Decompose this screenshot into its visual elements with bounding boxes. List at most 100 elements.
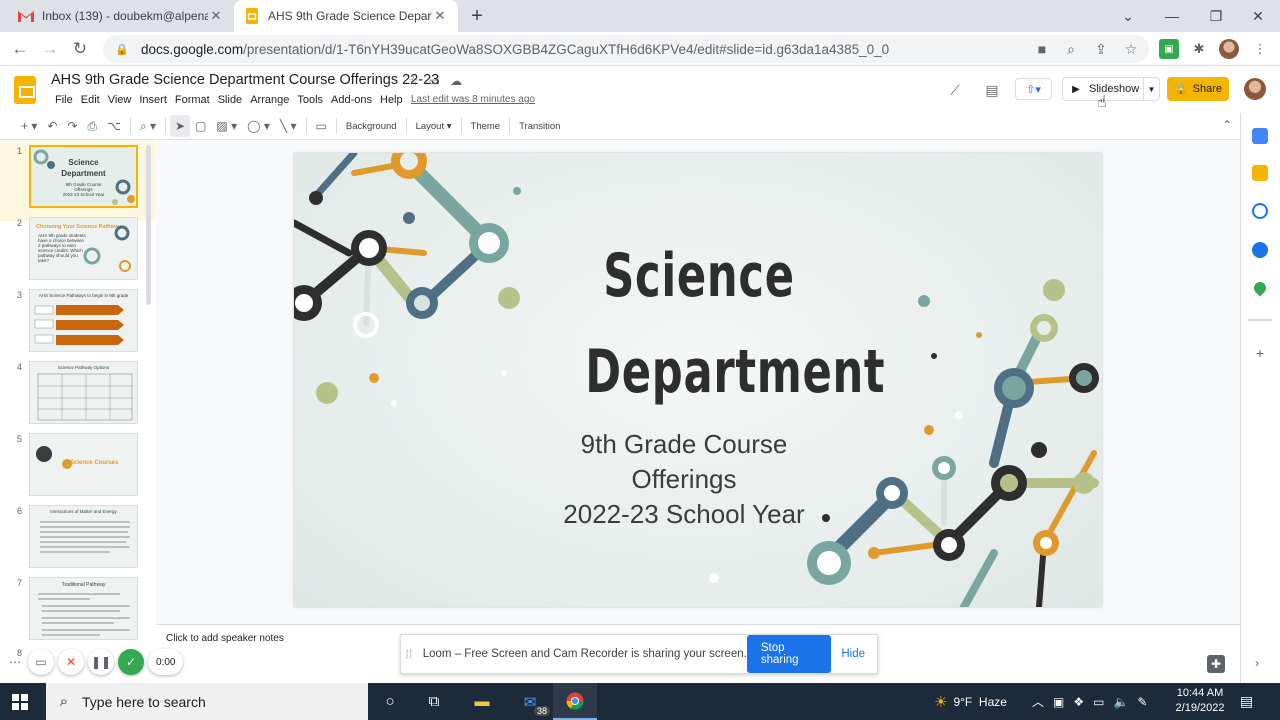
forward-icon[interactable]: → (37, 36, 63, 62)
last-edit-link[interactable]: Last edit was 8 minutes ago (411, 94, 535, 105)
stop-sharing-button[interactable]: Stop sharing (746, 635, 832, 673)
slide-thumb-5[interactable]: Science Courses (29, 433, 138, 496)
loom-more-icon[interactable]: ⋯ (6, 649, 24, 675)
taskbar-clock[interactable]: 10:44 AM 2/19/2022 (1172, 686, 1228, 716)
puzzle-icon[interactable]: ✱ (1189, 39, 1209, 59)
tab-search-icon[interactable]: ⌄ (1106, 0, 1150, 32)
layout-button[interactable]: Layout ▾ (411, 115, 457, 137)
profile-avatar[interactable] (1219, 39, 1239, 59)
menu-tools[interactable]: Tools (293, 94, 327, 106)
menu-view[interactable]: View (104, 94, 136, 106)
notifications-icon[interactable]: ▤ (1240, 683, 1253, 720)
slide-subtitle-line-3[interactable]: 2022-23 School Year (494, 497, 874, 532)
move-folder-icon[interactable]: ▭ (429, 74, 440, 88)
background-button[interactable]: Background (341, 115, 402, 137)
slideshow-button[interactable]: ▶ Slideshow ▼ (1062, 77, 1160, 101)
chrome-taskbar-icon[interactable] (553, 683, 597, 720)
print-icon[interactable]: ⎙ (83, 115, 103, 137)
close-window-icon[interactable]: ✕ (1236, 0, 1280, 32)
menu-slide[interactable]: Slide (214, 94, 246, 106)
select-arrow-icon[interactable]: ➤ (170, 115, 191, 137)
weather-widget[interactable]: ☀ 9°F Haze (934, 683, 1007, 720)
line-icon[interactable]: ╲ ▾ (275, 115, 302, 137)
slide-thumb-1[interactable]: Science Department 9th Grade Course Offe… (29, 145, 138, 208)
theme-button[interactable]: Theme (466, 115, 506, 137)
mail-icon[interactable]: ✉ 38 (508, 683, 552, 720)
slide-thumb-3[interactable]: AHS Science Pathways to begin in 9th gra… (29, 289, 138, 352)
bookmark-star-icon[interactable]: ☆ (1121, 39, 1141, 59)
hide-button[interactable]: Hide (841, 648, 865, 660)
extension-icon[interactable]: ▣ (1159, 39, 1179, 59)
taskbar-search-box[interactable]: ⌕ Type here to search (46, 683, 368, 720)
filmstrip-scrollbar[interactable] (146, 145, 151, 305)
collapse-menus-icon[interactable]: ⌃ (1222, 118, 1232, 132)
slide-subtitle-line-1[interactable]: 9th Grade Course (494, 427, 874, 462)
text-box-icon[interactable]: ▢ (190, 115, 211, 137)
task-view-icon[interactable]: ⧉ (412, 683, 456, 720)
back-icon[interactable]: ← (7, 36, 33, 62)
paint-format-icon[interactable]: ⌥ (102, 115, 126, 137)
tasks-icon[interactable] (1252, 203, 1268, 219)
minimize-icon[interactable]: — (1150, 0, 1194, 32)
dropbox-icon[interactable]: ❖ (1073, 695, 1084, 709)
undo-icon[interactable]: ↶ (42, 115, 62, 137)
image-icon[interactable]: ▨ ▾ (211, 115, 242, 137)
address-bar[interactable]: 🔒 docs.google.com/presentation/d/1-T6nYH… (103, 35, 1149, 63)
transition-button[interactable]: Transition (514, 115, 565, 137)
slideshow-dropdown-icon[interactable]: ▼ (1143, 78, 1159, 100)
slides-logo[interactable] (14, 76, 36, 104)
slide-thumb-2[interactable]: Choosing Your Science Pathway AHS 9th gr… (29, 217, 138, 280)
show-hidden-icons[interactable]: ︿ (1032, 693, 1044, 710)
show-side-panel-icon[interactable]: › (1255, 656, 1259, 670)
loom-pause-icon[interactable]: ❚❚ (88, 649, 114, 675)
notes-divider[interactable] (156, 624, 1240, 625)
account-avatar[interactable] (1244, 78, 1266, 100)
loom-canvas-icon[interactable]: ▭ (28, 649, 54, 675)
share-button[interactable]: 🔒 Share (1167, 77, 1229, 101)
menu-file[interactable]: File (51, 94, 77, 106)
menu-format[interactable]: Format (171, 94, 214, 106)
shape-icon[interactable]: ◯ ▾ (242, 115, 275, 137)
star-icon[interactable]: ☆ (408, 74, 419, 88)
slide-thumb-6[interactable]: Interactions of Matter and Energy (29, 505, 138, 568)
tab-gmail[interactable]: Inbox (139) - doubekm@alpenas ✕ (8, 0, 234, 32)
present-to-meeting-button[interactable]: ⇧▾ (1015, 78, 1052, 100)
slide-thumb-4[interactable]: Science Pathway Options (29, 361, 138, 424)
cloud-status-icon[interactable]: ☁ (450, 74, 462, 88)
calendar-icon[interactable] (1252, 128, 1268, 144)
loom-finish-icon[interactable]: ✓ (118, 649, 144, 675)
chrome-menu-icon[interactable]: ⋮ (1250, 39, 1270, 59)
drag-handle-icon[interactable]: ⁞⁞ (401, 647, 417, 661)
slide-subtitle-line-2[interactable]: Offerings (494, 462, 874, 497)
share-page-icon[interactable]: ⇪ (1091, 39, 1111, 59)
zoom-icon[interactable]: ⌕ ▾ (135, 115, 161, 137)
document-title[interactable]: AHS 9th Grade Science Department Course … (51, 72, 439, 88)
new-slide-icon[interactable]: + ▾ (16, 115, 42, 137)
cortana-icon[interactable]: ○ (368, 683, 412, 720)
camera-blocked-icon[interactable]: ■ (1032, 39, 1052, 59)
activity-trend-icon[interactable]: ⟋ (944, 80, 966, 100)
slide-title-line-2[interactable]: Department (585, 337, 884, 407)
meet-now-icon[interactable]: ▣ (1053, 695, 1064, 709)
keep-icon[interactable] (1252, 165, 1268, 181)
close-tab-icon[interactable]: ✕ (432, 8, 448, 24)
current-slide[interactable]: Science Department 9th Grade Course Offe… (294, 153, 1102, 607)
menu-arrange[interactable]: Arrange (246, 94, 293, 106)
loom-cancel-icon[interactable]: ✕ (58, 649, 84, 675)
menu-help[interactable]: Help (376, 94, 407, 106)
new-tab-button[interactable]: + (466, 5, 488, 27)
explore-icon[interactable]: ✚ (1207, 655, 1225, 673)
slide-thumb-7[interactable]: Traditional Pathway (29, 577, 138, 640)
close-tab-icon[interactable]: ✕ (208, 8, 224, 24)
restore-icon[interactable]: ❐ (1194, 0, 1238, 32)
redo-icon[interactable]: ↷ (62, 115, 82, 137)
windows-start-icon[interactable] (12, 694, 28, 710)
menu-edit[interactable]: Edit (77, 94, 104, 106)
file-explorer-icon[interactable]: ▬ (460, 683, 504, 720)
comments-icon[interactable]: ▤ (981, 80, 1003, 100)
pen-icon[interactable]: ✎ (1137, 695, 1147, 709)
comment-icon[interactable]: ▭ (311, 115, 332, 137)
contacts-icon[interactable] (1252, 242, 1268, 258)
reload-icon[interactable]: ↻ (67, 36, 93, 62)
speaker-notes[interactable]: Click to add speaker notes (166, 633, 284, 644)
